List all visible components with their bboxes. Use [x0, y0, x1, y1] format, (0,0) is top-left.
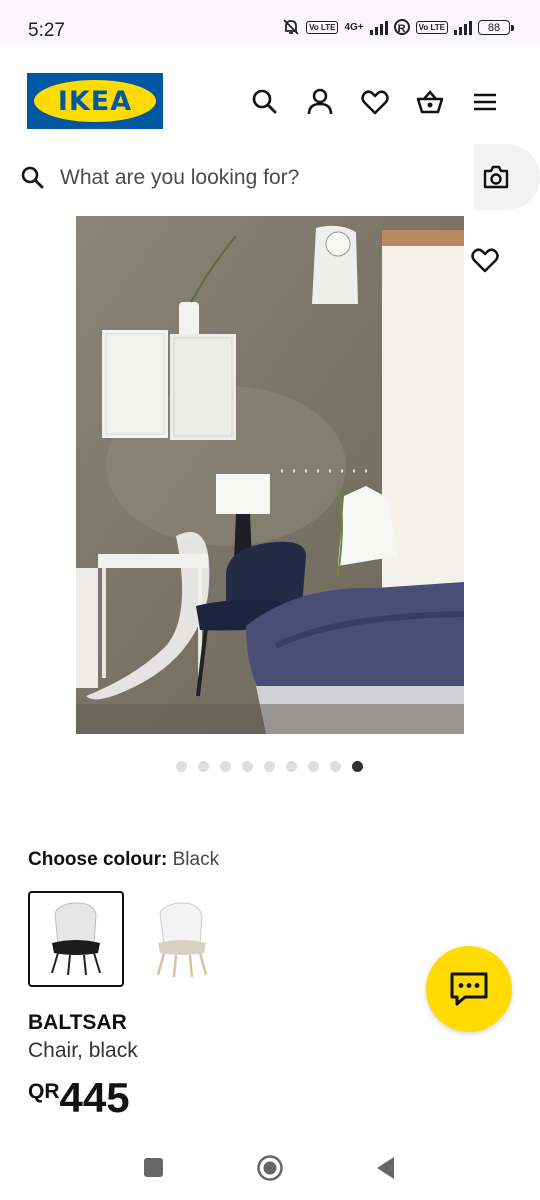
colour-value: Black [172, 849, 220, 870]
carousel-dot[interactable] [242, 761, 253, 772]
status-icons: Vo LTE 4G+ R Vo LTE 88 [282, 18, 514, 36]
ikea-logo[interactable]: IKEA [27, 73, 163, 129]
carousel-dot[interactable] [264, 761, 275, 772]
search-icon[interactable] [250, 87, 280, 117]
colour-option-white[interactable] [134, 891, 230, 987]
product-price: QR445 [28, 1074, 130, 1122]
white-chair-thumbnail [156, 902, 208, 978]
price-amount: 445 [59, 1074, 130, 1121]
signal-icon [369, 19, 388, 35]
carousel-dot[interactable] [330, 761, 341, 772]
mute-notification-icon [283, 19, 299, 35]
volte-badge-2: Vo LTE [415, 20, 448, 34]
status-bar: 5:27 Vo LTE 4G+ R Vo LTE 88 [0, 0, 540, 46]
home-icon[interactable] [256, 1155, 284, 1181]
carousel-dot[interactable] [308, 761, 319, 772]
back-icon[interactable] [374, 1155, 398, 1181]
chat-button[interactable] [426, 946, 512, 1032]
roaming-icon: R [393, 19, 410, 35]
signal-icon-2 [454, 19, 472, 35]
carousel-dot[interactable] [286, 761, 297, 772]
price-currency: QR [28, 1080, 60, 1103]
carousel-dot[interactable] [176, 761, 187, 772]
search-input[interactable]: What are you looking for? [60, 166, 299, 190]
recent-apps-icon[interactable] [143, 1155, 165, 1179]
heart-icon[interactable] [360, 87, 390, 117]
basket-icon[interactable] [415, 87, 445, 117]
product-description: Chair, black [28, 1039, 138, 1062]
carousel-dot[interactable] [198, 761, 209, 772]
network-type: 4G+ [344, 21, 364, 33]
product-image[interactable] [76, 216, 464, 734]
carousel-indicators[interactable] [176, 761, 363, 772]
black-chair-thumbnail [51, 902, 101, 976]
room-scene-illustration [76, 216, 464, 734]
logo-text: IKEA [57, 85, 133, 117]
colour-chooser-label: Choose colour: Black [28, 849, 219, 871]
menu-icon[interactable] [470, 87, 500, 117]
product-name: BALTSAR [28, 1011, 127, 1034]
volte-badge: Vo LTE [306, 20, 339, 34]
colour-option-black[interactable] [28, 891, 124, 987]
battery-icon: 88 [478, 19, 514, 35]
favourite-icon[interactable] [470, 246, 500, 274]
carousel-dot[interactable] [220, 761, 231, 772]
colour-label: Choose colour: [28, 849, 168, 870]
carousel-dot-active[interactable] [352, 761, 363, 772]
status-time: 5:27 [28, 20, 65, 41]
logo-oval: IKEA [34, 80, 156, 122]
camera-icon [483, 165, 509, 189]
account-icon[interactable] [305, 87, 335, 117]
chat-icon [450, 972, 488, 1006]
search-field-icon [21, 166, 44, 189]
visual-search-button[interactable] [474, 144, 540, 210]
